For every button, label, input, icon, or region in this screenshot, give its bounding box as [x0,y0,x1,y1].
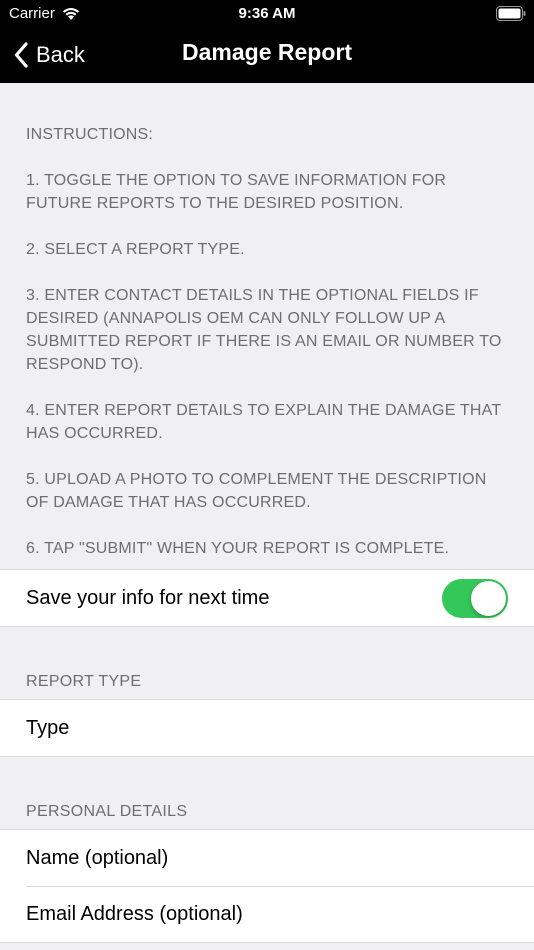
toggle-knob [471,581,506,616]
report-type-field[interactable]: Type [0,700,534,756]
save-info-group: Save your info for next time [0,569,534,627]
instruction-step: 1. TOGGLE THE OPTION TO SAVE INFORMATION… [26,172,447,212]
report-type-header: REPORT TYPE [26,673,142,690]
instruction-step: 6. TAP "SUBMIT" WHEN YOUR REPORT IS COMP… [26,540,450,557]
status-time: 9:36 AM [238,5,296,22]
save-info-row: Save your info for next time [0,570,534,626]
navigation-bar: Back Damage Report [0,28,534,83]
instruction-step: 2. SELECT A REPORT TYPE. [26,241,245,258]
save-info-label: Save your info for next time [26,586,270,609]
email-field[interactable]: Email Address (optional) [0,886,534,942]
instruction-step: 4. ENTER REPORT DETAILS TO EXPLAIN THE D… [26,402,502,442]
save-info-toggle[interactable] [442,579,508,618]
instructions-heading: INSTRUCTIONS: [26,126,154,143]
personal-details-group: Name (optional) Email Address (optional) [0,829,534,943]
instruction-step: 5. UPLOAD A PHOTO TO COMPLEMENT THE DESC… [26,471,487,511]
status-bar: Carrier 9:36 AM [0,0,534,28]
personal-details-header: PERSONAL DETAILS [26,803,188,820]
chevron-left-icon [14,42,28,68]
back-label: Back [36,42,85,67]
instruction-step: 3. ENTER CONTACT DETAILS IN THE OPTIONAL… [26,287,502,373]
battery-icon [496,6,526,21]
back-button[interactable]: Back [14,38,85,72]
form-content[interactable]: INSTRUCTIONS: 1. TOGGLE THE OPTION TO SA… [0,83,534,950]
name-field[interactable]: Name (optional) [0,830,534,886]
instructions-block: INSTRUCTIONS: 1. TOGGLE THE OPTION TO SA… [0,83,534,560]
report-type-group: Type [0,699,534,757]
